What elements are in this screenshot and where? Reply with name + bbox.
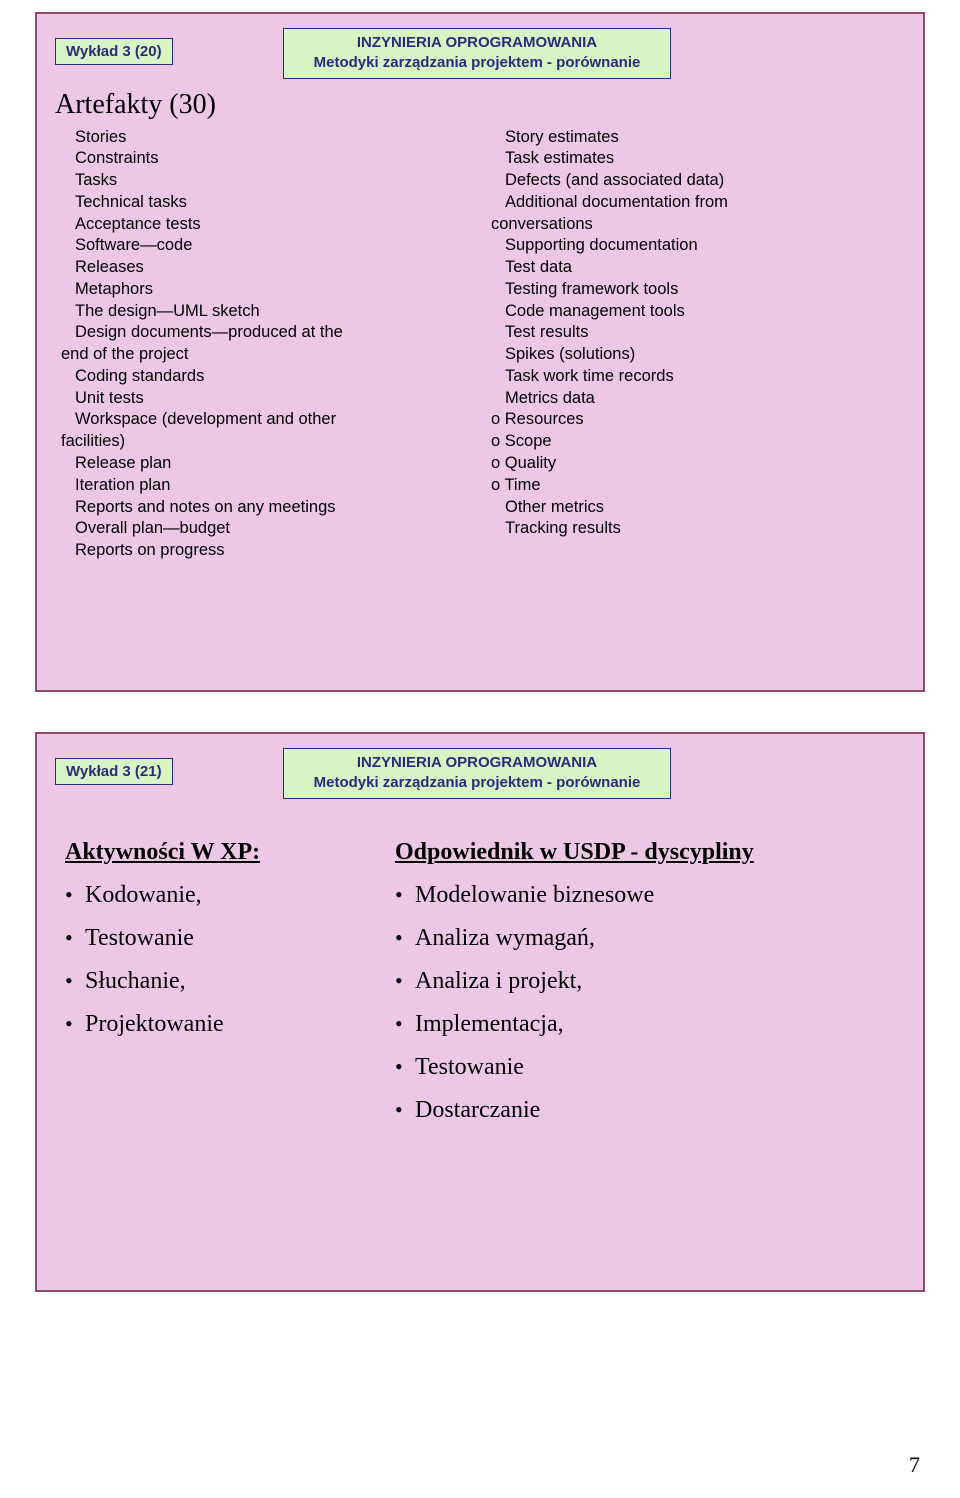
list-item: Defects (and associated data) <box>491 170 905 192</box>
list-item: Coding standards <box>61 366 475 388</box>
slide1-header-box: INZYNIERIA OPROGRAMOWANIA Metodyki zarzą… <box>283 28 672 79</box>
slide1-label-box: Wykład 3 (20) <box>55 38 173 65</box>
slide2-body: Aktywności W XP: Kodowanie, Testowanie S… <box>55 839 905 1140</box>
list-item: Releases <box>61 257 475 279</box>
list-item: Task work time records <box>491 366 905 388</box>
usdp-heading: Odpowiednik w USDP - dyscypliny <box>395 839 905 866</box>
list-item: Metrics data <box>491 388 905 410</box>
slide1-columns: Stories Constraints Tasks Technical task… <box>55 127 905 562</box>
slide2-header-line2: Metodyki zarządzania projektem - porówna… <box>314 773 641 793</box>
list-item-cont: facilities) <box>61 431 475 453</box>
usdp-list: Modelowanie biznesowe Analiza wymagań, A… <box>395 882 905 1124</box>
list-item: Unit tests <box>61 388 475 410</box>
list-item: Modelowanie biznesowe <box>395 882 905 909</box>
list-item: Code management tools <box>491 301 905 323</box>
slide2-top-row: Wykład 3 (21) INZYNIERIA OPROGRAMOWANIA … <box>55 748 905 799</box>
list-item: Testowanie <box>395 1054 905 1081</box>
list-item: Testowanie <box>65 925 365 952</box>
list-item: Kodowanie, <box>65 882 365 909</box>
list-item-cont: end of the project <box>61 344 475 366</box>
list-item: Analiza wymagań, <box>395 925 905 952</box>
slide1-col-right: Story estimates Task estimates Defects (… <box>485 127 905 562</box>
list-item: o Scope <box>491 431 905 453</box>
list-item: o Time <box>491 475 905 497</box>
list-item: Spikes (solutions) <box>491 344 905 366</box>
list-item: Tasks <box>61 170 475 192</box>
slide1-col-left: Stories Constraints Tasks Technical task… <box>55 127 485 562</box>
page-number: 7 <box>909 1452 920 1478</box>
list-item: Reports and notes on any meetings <box>61 497 475 519</box>
list-item: Task estimates <box>491 148 905 170</box>
list-item: Tracking results <box>491 518 905 540</box>
list-item: Release plan <box>61 453 475 475</box>
slide2-header-line1: INZYNIERIA OPROGRAMOWANIA <box>314 753 641 773</box>
list-item: Analiza i projekt, <box>395 968 905 995</box>
list-item: Design documents—produced at the <box>61 322 475 344</box>
list-item: Test results <box>491 322 905 344</box>
list-item: The design—UML sketch <box>61 301 475 323</box>
list-item: Other metrics <box>491 497 905 519</box>
list-item: Stories <box>61 127 475 149</box>
list-item: Dostarczanie <box>395 1097 905 1124</box>
slide2-left: Aktywności W XP: Kodowanie, Testowanie S… <box>55 839 365 1140</box>
list-item: Reports on progress <box>61 540 475 562</box>
list-item: Metaphors <box>61 279 475 301</box>
list-item: Supporting documentation <box>491 235 905 257</box>
list-item: Słuchanie, <box>65 968 365 995</box>
list-item: o Quality <box>491 453 905 475</box>
xp-heading: Aktywności W XP: <box>65 839 365 866</box>
list-item: Workspace (development and other <box>61 409 475 431</box>
list-item: Software—code <box>61 235 475 257</box>
list-item: Projektowanie <box>65 1011 365 1038</box>
list-item: Additional documentation from <box>491 192 905 214</box>
list-item: Implementacja, <box>395 1011 905 1038</box>
list-item-cont: conversations <box>491 214 905 236</box>
slide2-right: Odpowiednik w USDP - dyscypliny Modelowa… <box>365 839 905 1140</box>
list-item: Story estimates <box>491 127 905 149</box>
slide-1: Wykład 3 (20) INZYNIERIA OPROGRAMOWANIA … <box>35 12 925 692</box>
slide1-title: Artefakty (30) <box>55 89 905 121</box>
list-item: Overall plan—budget <box>61 518 475 540</box>
slide1-header-line1: INZYNIERIA OPROGRAMOWANIA <box>314 33 641 53</box>
slide1-header-line2: Metodyki zarządzania projektem - porówna… <box>314 53 641 73</box>
list-item: Testing framework tools <box>491 279 905 301</box>
list-item: Iteration plan <box>61 475 475 497</box>
slide1-top-row: Wykład 3 (20) INZYNIERIA OPROGRAMOWANIA … <box>55 28 905 79</box>
list-item: Constraints <box>61 148 475 170</box>
slide2-header-box: INZYNIERIA OPROGRAMOWANIA Metodyki zarzą… <box>283 748 672 799</box>
slide2-label-box: Wykład 3 (21) <box>55 758 173 785</box>
list-item: Technical tasks <box>61 192 475 214</box>
slide-2: Wykład 3 (21) INZYNIERIA OPROGRAMOWANIA … <box>35 732 925 1292</box>
list-item: Test data <box>491 257 905 279</box>
xp-list: Kodowanie, Testowanie Słuchanie, Projekt… <box>65 882 365 1038</box>
list-item: Acceptance tests <box>61 214 475 236</box>
list-item: o Resources <box>491 409 905 431</box>
